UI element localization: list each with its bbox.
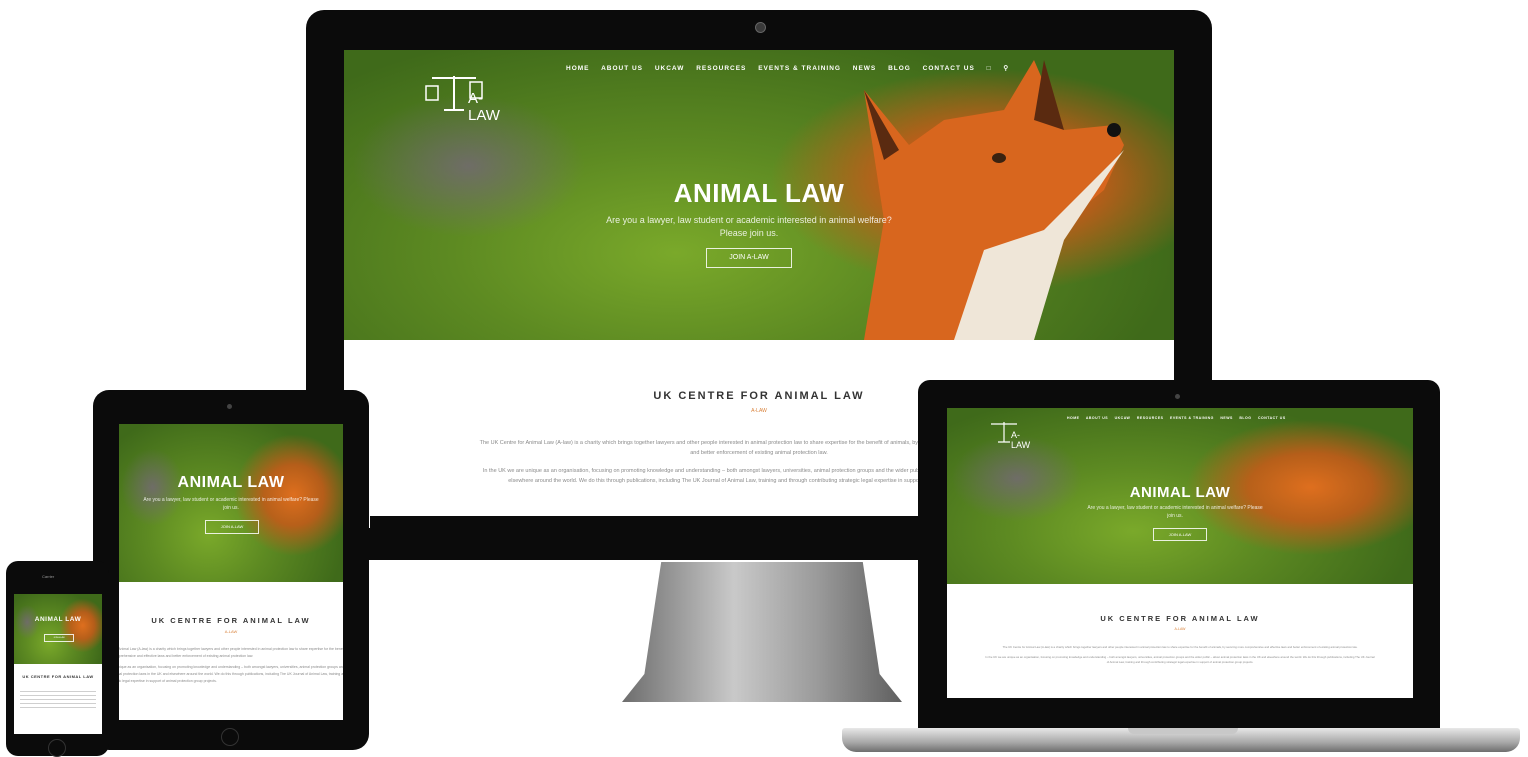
hero-title: ANIMAL LAW <box>673 178 845 208</box>
nav-home[interactable]: HOME <box>1067 416 1080 420</box>
laptop-hero: A-LAW HOME ABOUT US UKCAW RESOURCES EVEN… <box>947 408 1413 584</box>
cart-icon[interactable]: □ <box>987 65 992 72</box>
phone-hero: ANIMAL LAW JOIN A-LAW <box>14 594 102 664</box>
tablet: ANIMAL LAW Are you a lawyer, law student… <box>93 390 369 750</box>
desktop-nav: HOME ABOUT US UKCAW RESOURCES EVENTS & T… <box>566 64 1018 72</box>
laptop-camera <box>1175 394 1180 399</box>
desktop-hero: A-LAW HOME ABOUT US UKCAW RESOURCES EVEN… <box>344 50 1174 340</box>
tablet-hero: ANIMAL LAW Are you a lawyer, law student… <box>119 424 343 582</box>
phone-home-button[interactable] <box>48 739 66 757</box>
laptop-content: UK CENTRE FOR ANIMAL LAW A-LAW The UK Ce… <box>947 584 1413 698</box>
phone-text-line <box>20 699 96 700</box>
nav-home[interactable]: HOME <box>566 65 590 72</box>
phone: Carrier ANIMAL LAW JOIN A-LAW UK CENTRE … <box>6 561 109 757</box>
nav-news[interactable]: NEWS <box>853 65 877 72</box>
laptop-nav: HOME ABOUT US UKCAW RESOURCES EVENTS & T… <box>1067 416 1291 420</box>
monitor-camera <box>755 22 766 33</box>
nav-contact[interactable]: CONTACT US <box>923 65 975 72</box>
tablet-para-2: In the UK we are unique as an organisati… <box>119 665 343 683</box>
phone-hero-title: ANIMAL LAW <box>34 616 82 623</box>
phone-content: UK CENTRE FOR ANIMAL LAW <box>14 664 102 734</box>
tablet-camera <box>227 404 232 409</box>
tablet-join-button[interactable]: JOIN A-LAW <box>205 520 259 534</box>
nav-contact[interactable]: CONTACT US <box>1258 416 1286 420</box>
laptop-screen: A-LAW HOME ABOUT US UKCAW RESOURCES EVEN… <box>947 408 1413 698</box>
search-icon[interactable]: ⚲ <box>1003 65 1009 72</box>
phone-join-button[interactable]: JOIN A-LAW <box>44 634 74 642</box>
nav-events[interactable]: EVENTS & TRAINING <box>1170 416 1214 420</box>
phone-text-line <box>20 707 96 708</box>
site-logo[interactable]: A-LAW <box>424 72 500 124</box>
hero-subtitle: Are you a lawyer, law student or academi… <box>606 215 892 238</box>
phone-section-title: UK CENTRE FOR ANIMAL LAW <box>22 674 94 679</box>
nav-about[interactable]: ABOUT US <box>1086 416 1108 420</box>
tablet-section-title: UK CENTRE FOR ANIMAL LAW <box>151 616 311 625</box>
laptop-hero-title: ANIMAL LAW <box>1129 484 1231 501</box>
join-button[interactable]: JOIN A-LAW <box>706 248 792 268</box>
nav-resources[interactable]: RESOURCES <box>1137 416 1164 420</box>
laptop-hero-subtitle: Are you a lawyer, law student or academi… <box>1087 505 1263 519</box>
laptop-join-button[interactable]: JOIN A-LAW <box>1153 528 1207 541</box>
nav-news[interactable]: NEWS <box>1220 416 1233 420</box>
tablet-hero-title: ANIMAL LAW <box>177 474 285 491</box>
tablet-content: UK CENTRE FOR ANIMAL LAW A-LAW The UK Ce… <box>119 582 343 720</box>
tablet-screen: ANIMAL LAW Are you a lawyer, law student… <box>119 424 343 720</box>
laptop-notch <box>1128 728 1238 734</box>
phone-text-line <box>20 691 96 692</box>
nav-blog[interactable]: BLOG <box>888 65 911 72</box>
laptop-section-tag: A-LAW <box>1174 627 1186 631</box>
nav-resources[interactable]: RESOURCES <box>696 65 746 72</box>
nav-ukcaw[interactable]: UKCAW <box>655 65 685 72</box>
phone-screen: ANIMAL LAW JOIN A-LAW UK CENTRE FOR ANIM… <box>14 594 102 734</box>
tablet-home-button[interactable] <box>221 728 239 746</box>
laptop-logo[interactable]: A-LAW <box>987 420 1030 450</box>
phone-status: Carrier <box>42 574 55 579</box>
laptop-para-2: In the UK we are unique as an organisati… <box>985 655 1375 664</box>
nav-ukcaw[interactable]: UKCAW <box>1115 416 1131 420</box>
nav-about[interactable]: ABOUT US <box>601 65 643 72</box>
tablet-hero-subtitle: Are you a lawyer, law student or academi… <box>143 497 319 511</box>
laptop: A-LAW HOME ABOUT US UKCAW RESOURCES EVEN… <box>842 380 1528 756</box>
laptop-section-title: UK CENTRE FOR ANIMAL LAW <box>1100 614 1260 623</box>
logo-text: A-LAW <box>468 90 500 124</box>
tablet-section-tag: A-LAW <box>224 629 238 634</box>
tablet-para-1: The UK Centre for Animal Law (A-law) is … <box>119 647 343 658</box>
laptop-para-1: The UK Centre for Animal Law (A-law) is … <box>1002 645 1358 649</box>
nav-events[interactable]: EVENTS & TRAINING <box>758 65 841 72</box>
phone-text-line <box>20 695 96 696</box>
laptop-logo-text: A-LAW <box>1011 430 1031 450</box>
phone-text-line <box>20 703 96 704</box>
nav-blog[interactable]: BLOG <box>1239 416 1251 420</box>
